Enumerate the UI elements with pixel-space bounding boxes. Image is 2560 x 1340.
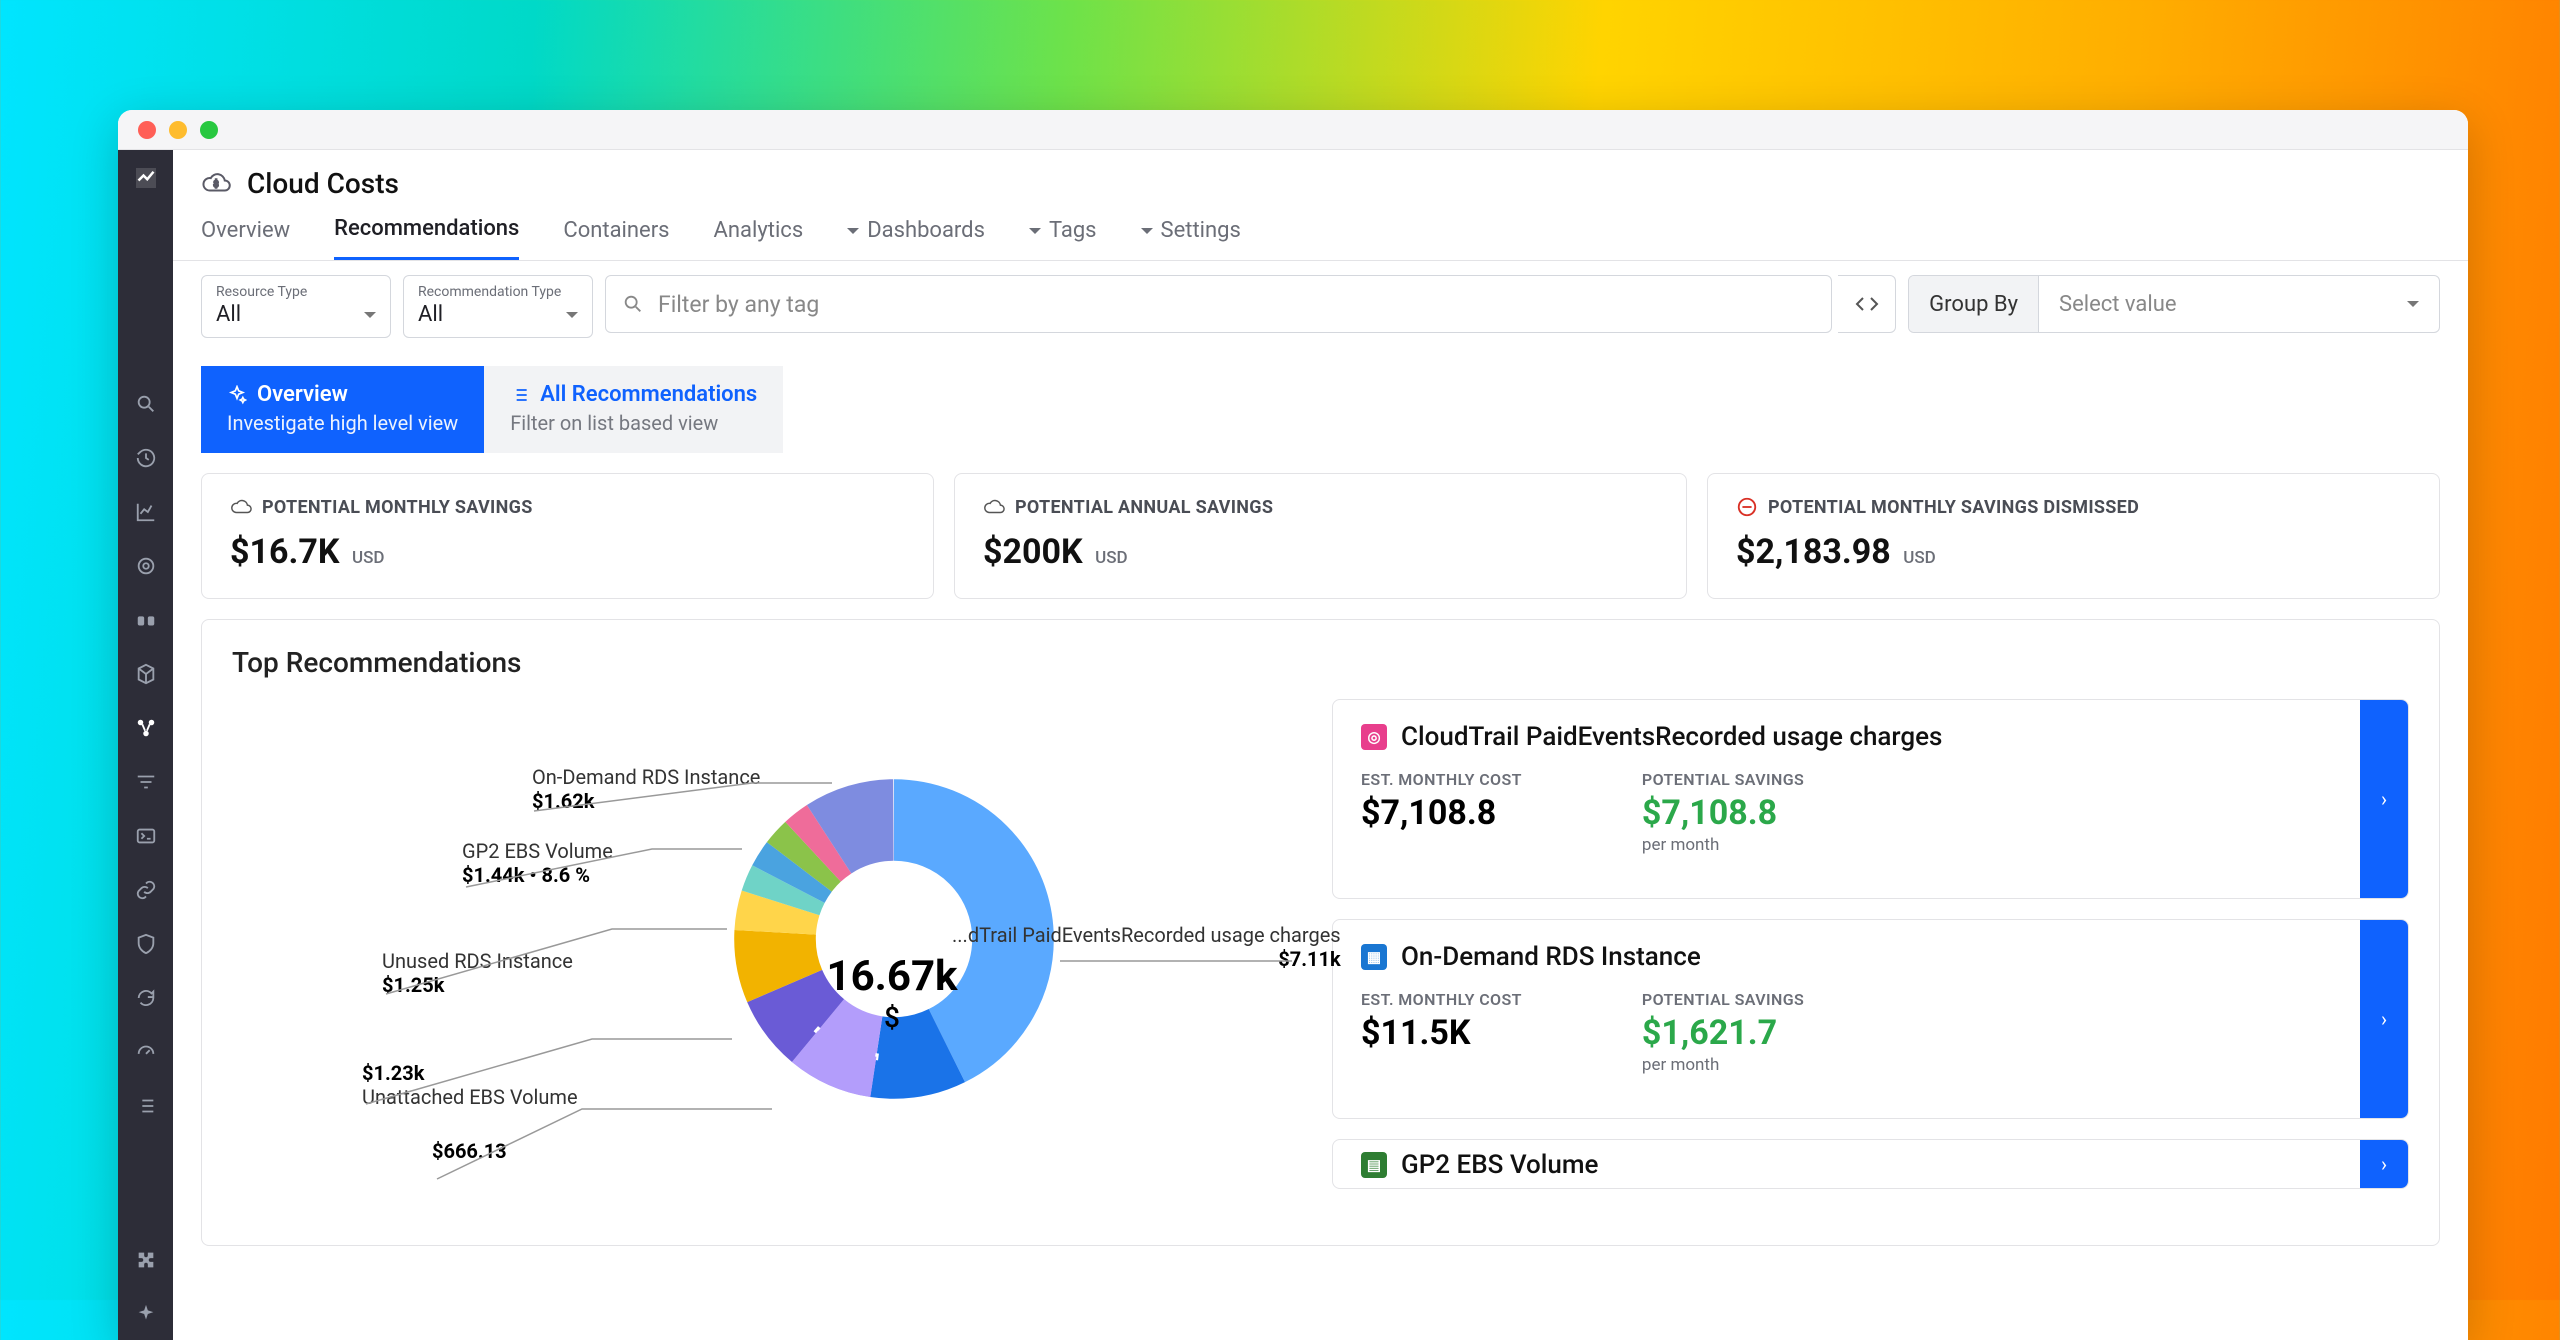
chevron-down-icon	[364, 312, 376, 324]
chevron-down-icon	[566, 312, 578, 324]
sparkle-icon[interactable]	[132, 1300, 160, 1328]
search-icon[interactable]	[132, 390, 160, 418]
recommendation-card[interactable]: ▤GP2 EBS Volume ›	[1332, 1139, 2409, 1189]
tab-overview[interactable]: Overview	[201, 216, 290, 260]
app-logo[interactable]	[128, 160, 164, 196]
link-icon[interactable]	[132, 876, 160, 904]
service-badge-icon: ▦	[1361, 944, 1387, 970]
open-recommendation-button[interactable]: ›	[2360, 920, 2408, 1118]
list-icon	[510, 385, 530, 405]
card-dismissed-savings: POTENTIAL MONTHLY SAVINGS DISMISSED $2,1…	[1707, 473, 2440, 599]
search-icon	[622, 293, 644, 315]
gauge-icon[interactable]	[132, 1038, 160, 1066]
list-icon[interactable]	[132, 1092, 160, 1120]
donut-chart: 16.67k $ ...dTrail PaidEventsRecorded us…	[232, 699, 1302, 1219]
page-header: $ Cloud Costs	[173, 150, 2468, 216]
recommendation-card[interactable]: ▦On-Demand RDS Instance EST. MONTHLY COS…	[1332, 919, 2409, 1119]
tab-dashboards[interactable]: Dashboards	[847, 216, 985, 260]
filter-icon[interactable]	[132, 768, 160, 796]
tab-tags[interactable]: Tags	[1029, 216, 1097, 260]
puzzle-icon[interactable]	[132, 1246, 160, 1274]
close-window-button[interactable]	[138, 121, 156, 139]
code-view-button[interactable]	[1838, 275, 1896, 333]
top-recommendations-panel: Top Recommendations	[201, 619, 2440, 1246]
chevron-down-icon	[2407, 301, 2419, 313]
group-by-control[interactable]: Group By Select value	[1908, 275, 2440, 333]
tab-containers[interactable]: Containers	[563, 216, 669, 260]
refresh-icon[interactable]	[132, 984, 160, 1012]
view-tab-all[interactable]: All Recommendations Filter on list based…	[484, 366, 783, 453]
cloud-icon	[983, 496, 1005, 518]
tab-recommendations[interactable]: Recommendations	[334, 216, 519, 260]
open-recommendation-button[interactable]: ›	[2360, 700, 2408, 898]
cube-icon[interactable]	[132, 660, 160, 688]
window-titlebar	[118, 110, 2468, 150]
chevron-down-icon	[847, 228, 859, 240]
tab-settings[interactable]: Settings	[1141, 216, 1241, 260]
panel-title: Top Recommendations	[232, 646, 2409, 679]
window: $ Cloud Costs Overview Recommendations C…	[118, 110, 2468, 1340]
cloud-icon	[230, 496, 252, 518]
maximize-window-button[interactable]	[200, 121, 218, 139]
dismiss-icon	[1736, 496, 1758, 518]
recommendation-type-dropdown[interactable]: Recommendation Type All	[403, 275, 593, 338]
recommendation-card[interactable]: ◎CloudTrail PaidEventsRecorded usage cha…	[1332, 699, 2409, 899]
target-icon[interactable]	[132, 552, 160, 580]
recommendation-list: ◎CloudTrail PaidEventsRecorded usage cha…	[1332, 699, 2409, 1219]
chevron-down-icon	[1029, 228, 1041, 240]
minimize-window-button[interactable]	[169, 121, 187, 139]
service-badge-icon: ▤	[1361, 1152, 1387, 1178]
sparkle-icon	[227, 385, 247, 405]
resource-type-dropdown[interactable]: Resource Type All	[201, 275, 391, 338]
chart-icon[interactable]	[132, 498, 160, 526]
history-icon[interactable]	[132, 444, 160, 472]
open-recommendation-button[interactable]: ›	[2360, 1140, 2408, 1188]
page-title: Cloud Costs	[247, 167, 399, 200]
tab-analytics[interactable]: Analytics	[714, 216, 804, 260]
nav-sidebar	[118, 150, 173, 1340]
chevron-down-icon	[1141, 228, 1153, 240]
cloud-cost-icon: $	[201, 168, 231, 198]
svg-text:$: $	[214, 179, 219, 190]
terminal-icon[interactable]	[132, 822, 160, 850]
shield-icon[interactable]	[132, 930, 160, 958]
main-tabs: Overview Recommendations Containers Anal…	[173, 216, 2468, 261]
binoculars-icon[interactable]	[132, 606, 160, 634]
card-monthly-savings: POTENTIAL MONTHLY SAVINGS $16.7K USD	[201, 473, 934, 599]
tag-filter-input[interactable]: Filter by any tag	[605, 275, 1832, 333]
network-icon[interactable]	[132, 714, 160, 742]
view-tab-overview[interactable]: Overview Investigate high level view	[201, 366, 484, 453]
service-badge-icon: ◎	[1361, 724, 1387, 750]
card-annual-savings: POTENTIAL ANNUAL SAVINGS $200K USD	[954, 473, 1687, 599]
